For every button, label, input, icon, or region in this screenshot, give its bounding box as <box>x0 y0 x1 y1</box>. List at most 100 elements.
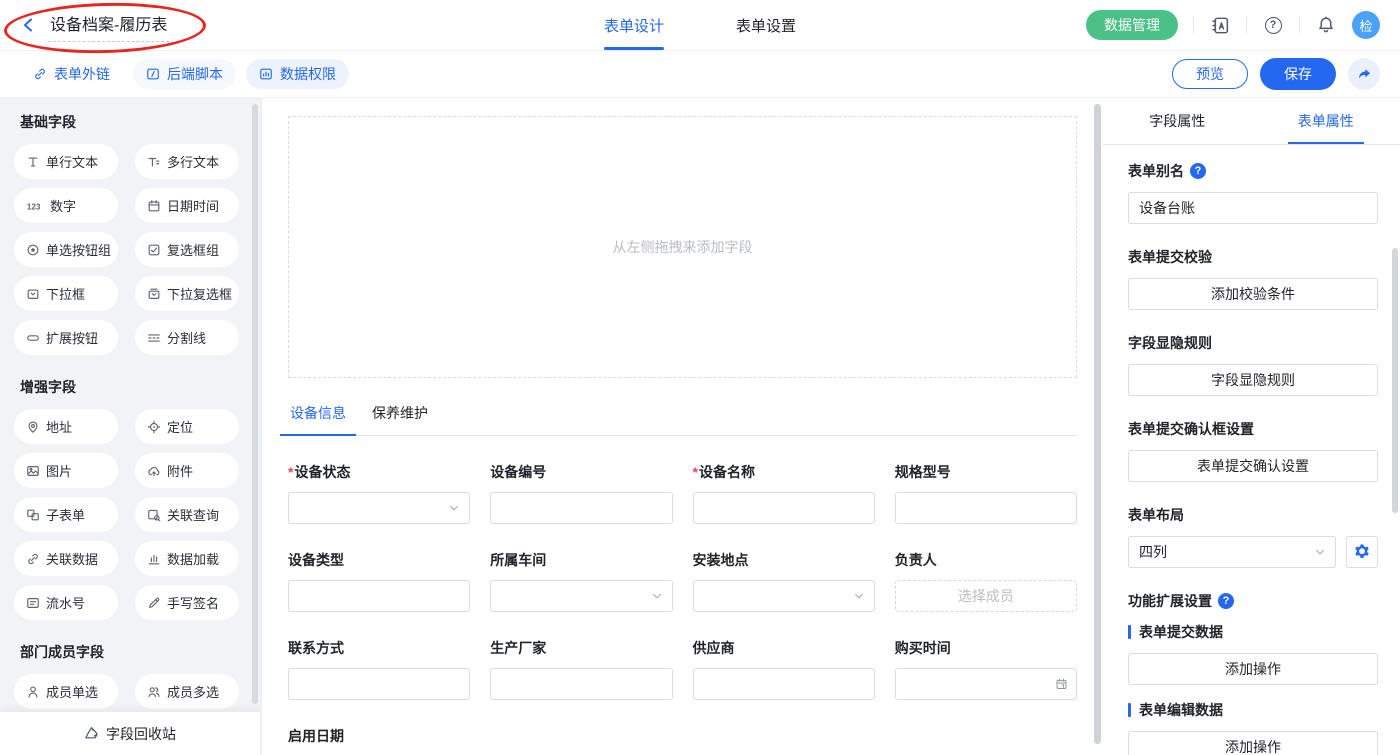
header-tabs: 表单设计 表单设置 <box>604 0 796 50</box>
field-select[interactable] <box>288 492 470 524</box>
sidebar-group-title: 增强字段 <box>20 377 260 397</box>
field-type-number[interactable]: 123数字 <box>14 188 118 223</box>
field-text-input[interactable] <box>895 492 1077 524</box>
field-label: 生产厂家 <box>490 638 672 658</box>
field-text-input[interactable] <box>693 492 875 524</box>
field-text-input[interactable] <box>288 580 470 612</box>
canvas-scrollbar[interactable] <box>1094 104 1101 744</box>
bell-icon[interactable] <box>1315 14 1337 36</box>
panel-action-button[interactable]: 添加校验条件 <box>1128 278 1378 310</box>
help-badge-icon[interactable]: ? <box>1190 163 1206 179</box>
field-label: 启用日期 <box>288 726 470 746</box>
canvas-tab-2[interactable]: 保养维护 <box>370 392 430 435</box>
header-right: 数据管理 ? 检 <box>1086 10 1380 40</box>
field-type-label: 扩展按钮 <box>46 328 98 347</box>
field-type-signature[interactable]: 手写签名 <box>135 585 239 620</box>
recycle-label: 字段回收站 <box>106 724 176 744</box>
field-text-input[interactable] <box>490 668 672 700</box>
contacts-icon[interactable] <box>1209 14 1231 36</box>
field-type-label: 关联数据 <box>46 549 98 568</box>
field-label: 设备编号 <box>490 462 672 482</box>
single-line-text-icon <box>26 155 40 169</box>
form-canvas: 从左侧拖拽来添加字段 设备信息保养维护 *设备状态设备编号*设备名称规格型号设备… <box>262 98 1103 755</box>
field-type-linked-data[interactable]: 关联数据 <box>14 541 118 576</box>
help-icon[interactable]: ? <box>1262 14 1284 36</box>
sidebar-group-title: 基础字段 <box>20 112 260 132</box>
panel-action-button[interactable]: 字段显隐规则 <box>1128 364 1378 396</box>
field-type-radio-group[interactable]: 单选按钮组 <box>14 232 118 267</box>
field-type-member-single[interactable]: 成员单选 <box>14 674 118 709</box>
field-select[interactable] <box>693 580 875 612</box>
field-type-checkbox-group[interactable]: 复选框组 <box>135 232 239 267</box>
sidebar-group-title: 部门成员字段 <box>20 642 260 662</box>
field-label: 购买时间 <box>895 638 1077 658</box>
field-type-dropdown-multi[interactable]: 下拉复选框 <box>135 276 239 311</box>
field-type-member-multi[interactable]: 成员多选 <box>135 674 239 709</box>
header-tab-2[interactable]: 表单设置 <box>736 0 796 50</box>
toolbar-button-2[interactable]: 后端脚本 <box>133 59 236 89</box>
field-type-linked-query[interactable]: 关联查询 <box>135 497 239 532</box>
member-single-icon <box>26 685 40 699</box>
form-title[interactable]: 设备档案-履历表 <box>48 9 169 42</box>
field-type-datetime[interactable]: 日期时间 <box>135 188 239 223</box>
field-type-divider-line[interactable]: 分割线 <box>135 320 239 355</box>
panel-section: 字段显隐规则字段显隐规则 <box>1128 333 1378 396</box>
field-type-extend-button[interactable]: 扩展按钮 <box>14 320 118 355</box>
header-tab-1[interactable]: 表单设计 <box>604 0 664 50</box>
preview-button[interactable]: 预览 <box>1172 59 1248 89</box>
help-badge-icon[interactable]: ? <box>1218 593 1234 609</box>
field-sidebar: 基础字段单行文本多行文本 123数字日期时间单选按钮组复选框组下拉框下拉复选框扩展… <box>0 98 260 755</box>
field-type-image[interactable]: 图片 <box>14 453 118 488</box>
panel-subsection: 表单提交数据添加操作 <box>1128 622 1378 685</box>
field-type-attachment[interactable]: 附件 <box>135 453 239 488</box>
field-type-multi-line-text[interactable]: 多行文本 <box>135 144 239 179</box>
field-type-label: 流水号 <box>46 593 85 612</box>
field-type-single-line-text[interactable]: 单行文本 <box>14 144 118 179</box>
layout-settings-button[interactable] <box>1346 536 1378 568</box>
field-member-picker[interactable]: 选择成员 <box>895 580 1077 612</box>
panel-section-title: 字段显隐规则 <box>1128 333 1378 353</box>
field-type-address[interactable]: 地址 <box>14 409 118 444</box>
linked-data-icon <box>26 552 40 566</box>
field-type-label: 图片 <box>46 461 72 480</box>
field-text-input[interactable] <box>490 492 672 524</box>
save-button[interactable]: 保存 <box>1260 58 1336 90</box>
field-type-subform[interactable]: 子表单 <box>14 497 118 532</box>
panel-tab-1[interactable]: 字段属性 <box>1103 98 1252 144</box>
data-manage-button[interactable]: 数据管理 <box>1086 10 1178 40</box>
form-field: 供应商 <box>693 638 875 700</box>
radio-group-icon <box>26 243 40 257</box>
toolbar-button-1[interactable]: 表单外链 <box>20 59 123 89</box>
field-type-locate[interactable]: 定位 <box>135 409 239 444</box>
sidebar-scrollbar[interactable] <box>252 104 258 704</box>
field-type-data-load[interactable]: 数据加载 <box>135 541 239 576</box>
panel-scrollbar[interactable] <box>1392 248 1398 513</box>
panel-section: 表单别名?设备台账 <box>1128 161 1378 224</box>
field-text-input[interactable] <box>288 668 470 700</box>
form-field: 安装地点 <box>693 550 875 612</box>
back-button[interactable] <box>20 16 38 34</box>
field-type-label: 数字 <box>50 196 76 215</box>
canvas-tab-1[interactable]: 设备信息 <box>288 392 348 435</box>
member-placeholder: 选择成员 <box>958 586 1014 606</box>
panel-subsection-title: 表单提交数据 <box>1128 622 1378 642</box>
panel-action-button[interactable]: 表单提交确认设置 <box>1128 450 1378 482</box>
share-button[interactable] <box>1348 58 1380 90</box>
field-recycle-button[interactable]: 字段回收站 <box>0 712 260 755</box>
form-drop-area[interactable]: 从左侧拖拽来添加字段 <box>288 116 1077 378</box>
field-type-serial-number[interactable]: 流水号 <box>14 585 118 620</box>
field-text-input[interactable] <box>693 668 875 700</box>
field-type-label: 成员单选 <box>46 682 98 701</box>
panel-action-button[interactable]: 添加操作 <box>1128 653 1378 685</box>
field-type-dropdown[interactable]: 下拉框 <box>14 276 118 311</box>
field-type-label: 成员多选 <box>167 682 219 701</box>
panel-action-button[interactable]: 添加操作 <box>1128 731 1378 755</box>
field-select[interactable] <box>490 580 672 612</box>
layout-select[interactable]: 四列 <box>1128 536 1336 568</box>
toolbar-button-3[interactable]: 数据权限 <box>246 59 349 89</box>
field-date-input[interactable] <box>895 668 1077 700</box>
panel-tab-2[interactable]: 表单属性 <box>1252 98 1400 144</box>
field-type-label: 附件 <box>167 461 193 480</box>
form-alias-input[interactable]: 设备台账 <box>1128 192 1378 224</box>
user-avatar[interactable]: 检 <box>1352 11 1380 39</box>
